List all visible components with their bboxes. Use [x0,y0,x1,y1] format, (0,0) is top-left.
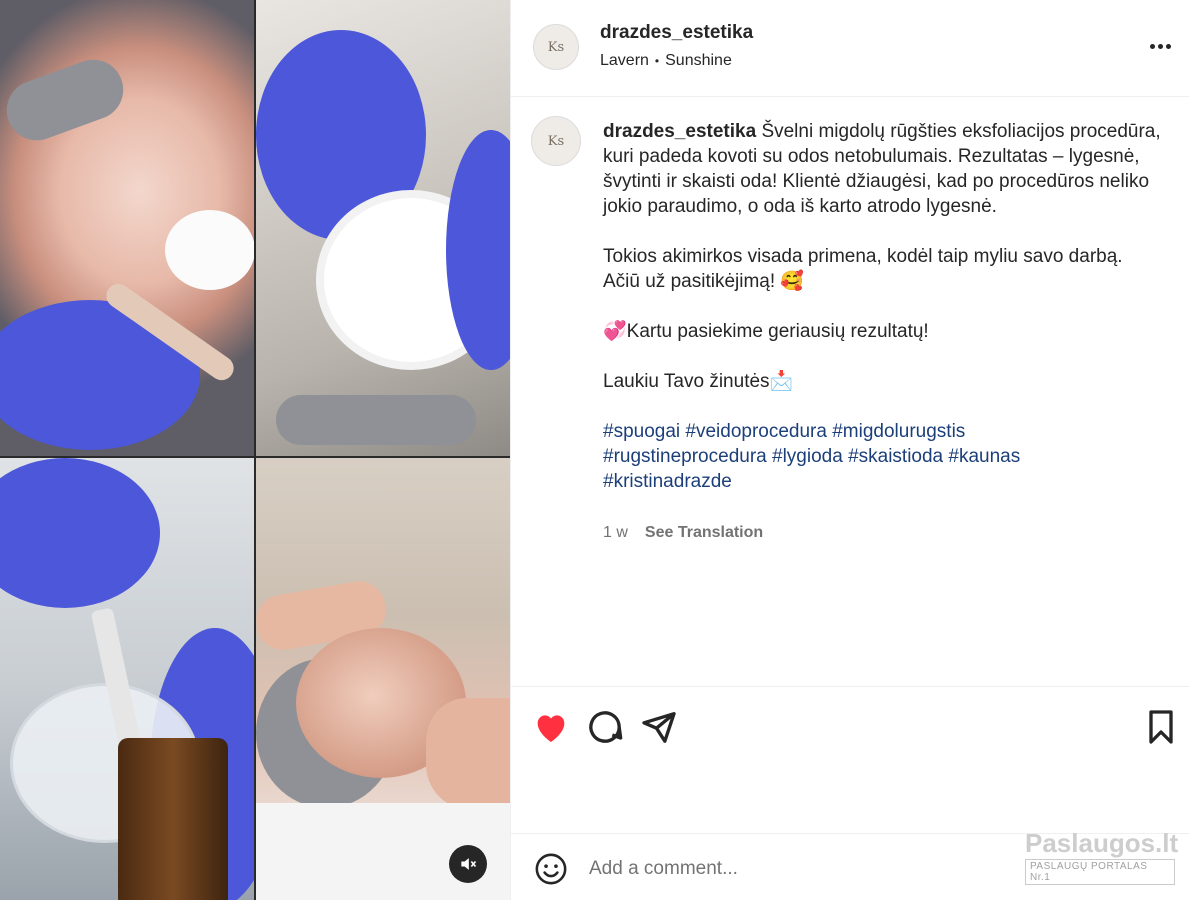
heart-icon[interactable] [531,707,571,747]
share-icon[interactable] [639,707,679,747]
caption-meta: 1 w See Translation [603,524,763,542]
post-media[interactable] [0,0,510,900]
more-dot-icon [1165,43,1171,49]
location-separator: • [654,54,660,68]
caption-paragraph-3: 💞Kartu pasiekime geriausių rezultatų! [603,321,929,342]
media-tile-serum [0,458,254,900]
headband [0,51,132,149]
hashtag-link[interactable]: #veidoprocedura [685,421,827,442]
caption-section: Ks drazdes_estetika Švelni migdolų rūgšt… [511,98,1189,686]
watermark: Paslaugos.lt PASLAUGŲ PORTALAS Nr.1 [1025,828,1179,885]
hashtag-link[interactable]: #lygioda [772,446,843,467]
hashtag-link[interactable]: #kristinadrazde [603,471,732,492]
caption-paragraph-2: Tokios akimirkos visada primena, kodėl t… [603,246,1123,292]
caption-text: drazdes_estetika Švelni migdolų rūgšties… [603,119,1163,494]
avatar-monogram: Ks [547,39,565,55]
more-dot-icon [1157,43,1163,49]
hashtag-link[interactable]: #kaunas [948,446,1020,467]
post-location[interactable]: Lavern • Sunshine [600,52,732,70]
comment-input[interactable] [589,854,1069,884]
serum-bottle [118,738,228,900]
caption-avatar[interactable]: Ks [531,116,581,166]
hashtags: #spuogai #veidoprocedura #migdolurugstis… [603,419,1163,494]
action-bar [511,686,1189,833]
media-tile-bowl [256,0,510,456]
more-dot-icon [1149,43,1155,49]
watermark-title: Paslaugos.lt [1025,828,1179,858]
speaker-muted-icon [461,858,477,870]
caption-paragraph-4: Laukiu Tavo žinutės📩 [603,371,794,392]
media-tile-client [256,458,510,900]
media-tile-face-foam [0,0,254,456]
see-translation-button[interactable]: See Translation [645,524,763,542]
post-panel: Ks drazdes_estetika Lavern • Sunshine Ks… [510,0,1189,900]
hashtag-link[interactable]: #rugstineprocedura [603,446,767,467]
headband [276,395,476,445]
post-header: Ks drazdes_estetika Lavern • Sunshine [511,0,1189,97]
time-ago[interactable]: 1 w [603,524,628,542]
hashtag-link[interactable]: #spuogai [603,421,680,442]
location-part-1: Lavern [600,52,649,69]
hashtag-link[interactable]: #skaistioda [848,446,943,467]
watermark-subtitle-text: PASLAUGŲ PORTALAS [1030,861,1148,872]
avatar-monogram: Ks [547,133,565,149]
hashtag-link[interactable]: #migdolurugstis [832,421,965,442]
avatar[interactable]: Ks [533,24,579,70]
post-username[interactable]: drazdes_estetika [600,22,753,44]
watermark-badge: Nr.1 [1030,872,1051,883]
more-options-button[interactable] [1145,34,1175,58]
glove [0,458,160,608]
smiley-icon[interactable] [534,852,568,886]
foam [165,210,254,290]
mute-button[interactable] [449,845,487,883]
shoulder [426,698,510,808]
location-part-2: Sunshine [665,52,732,69]
bookmark-icon[interactable] [1141,707,1181,747]
comment-icon[interactable] [585,707,625,747]
watermark-subtitle: PASLAUGŲ PORTALAS Nr.1 [1025,859,1175,885]
caption-username[interactable]: drazdes_estetika [603,121,756,142]
